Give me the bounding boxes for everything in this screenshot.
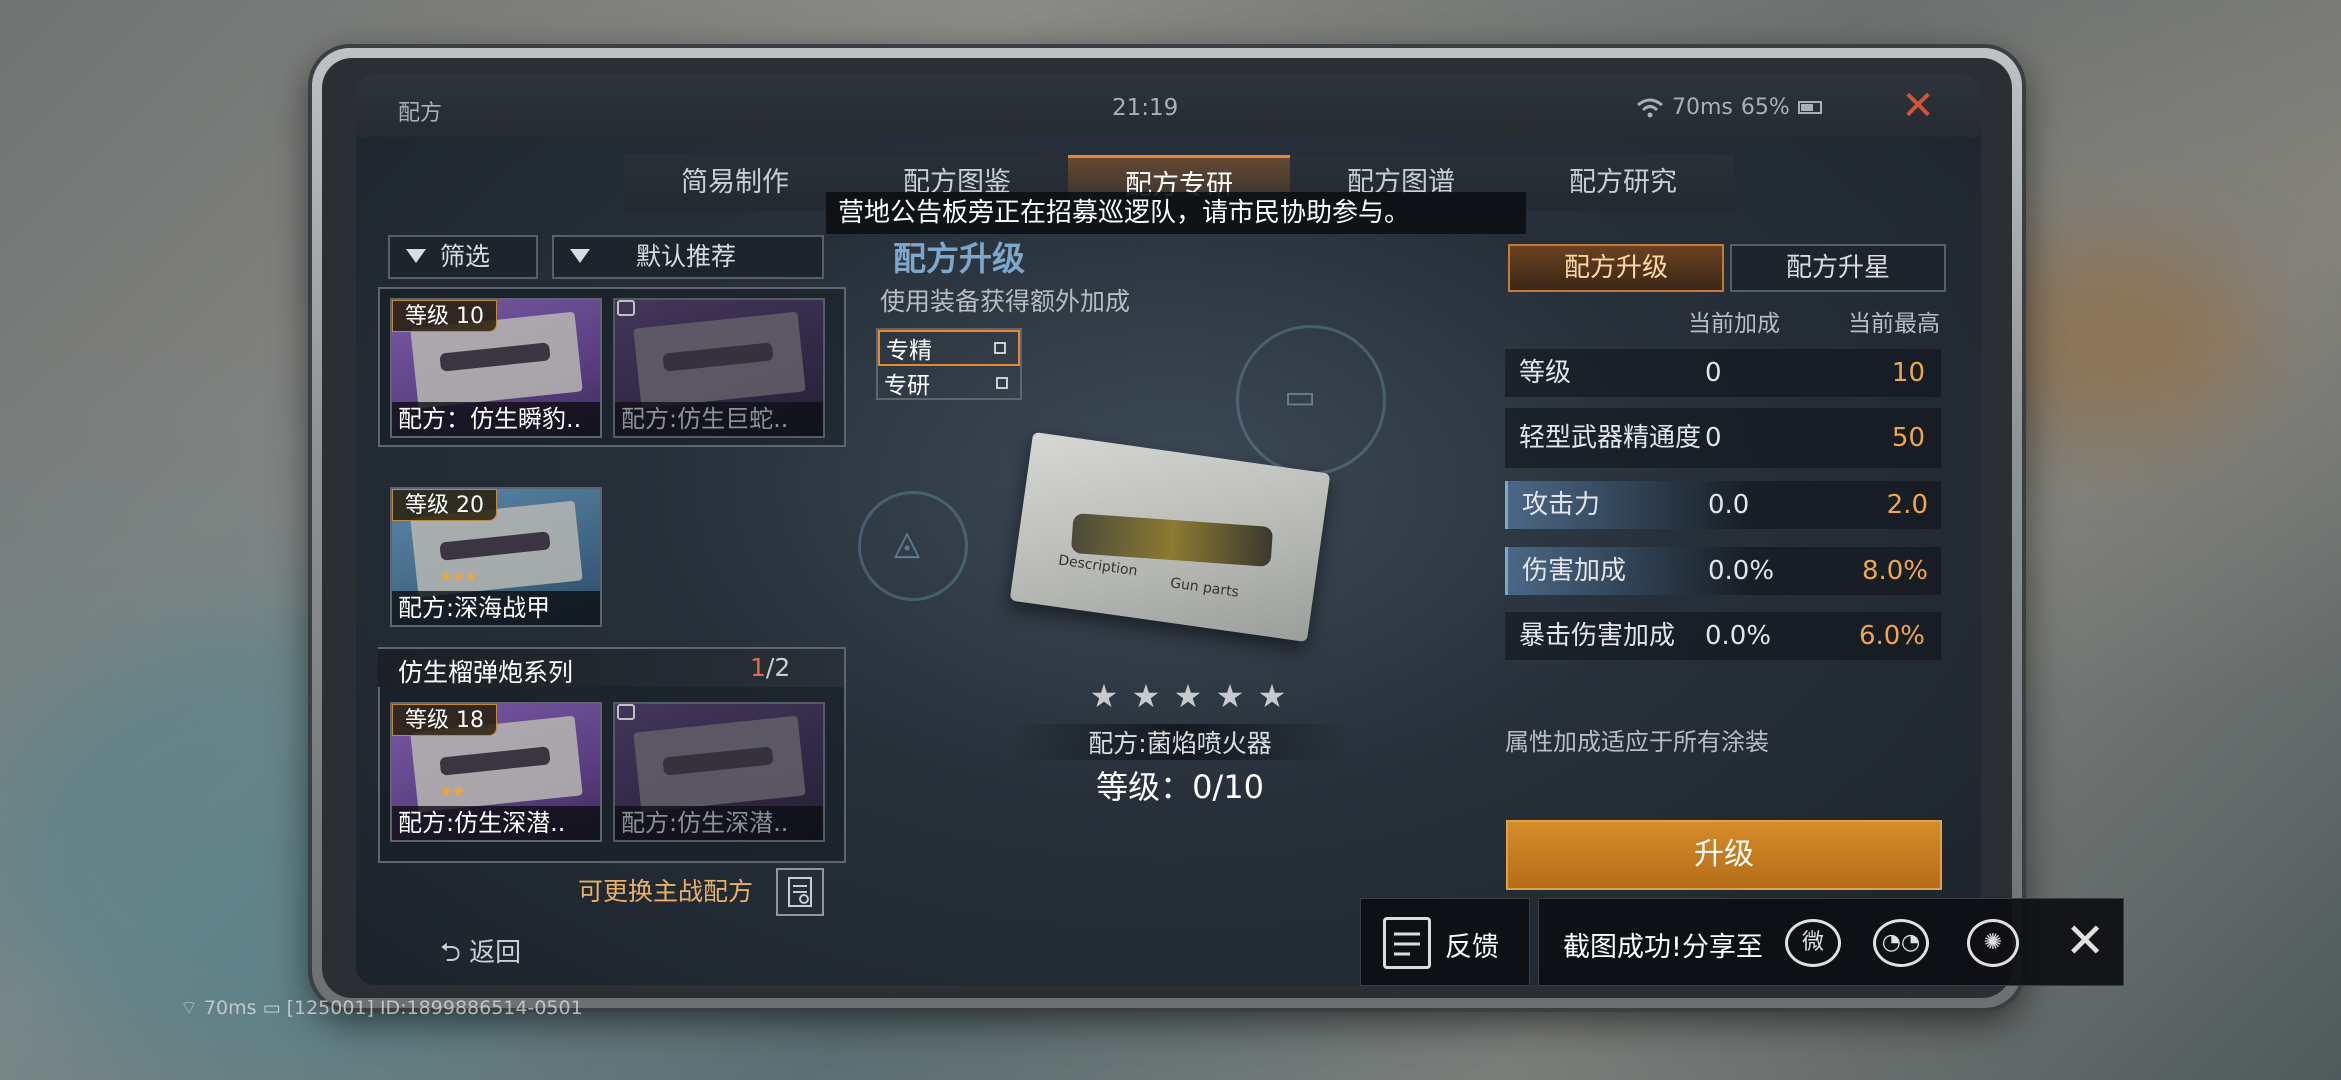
option-mastery[interactable]: 专精: [878, 330, 1020, 366]
option-list: 专精 专研: [876, 328, 1022, 400]
checkbox-icon: [994, 342, 1006, 354]
level-badge: 等级 10: [392, 300, 497, 332]
series-header: 仿生榴弹炮系列 1/2: [378, 647, 844, 687]
star-icon: ★: [1173, 677, 1203, 715]
recipe-card-name: 配方:仿生深潜..: [615, 806, 823, 840]
background-blur-2: [1980, 240, 2260, 440]
recipe-card-name: 配方:仿生深潜..: [392, 806, 600, 840]
close-icon[interactable]: ✕: [1898, 86, 1938, 127]
level-badge: 等级 18: [392, 704, 497, 736]
stat-row-damage-bonus: 伤害加成 0.0% 8.0%: [1505, 547, 1941, 595]
swap-main-recipe-label[interactable]: 可更换主战配方: [578, 872, 753, 908]
recipe-level: 等级：0/10: [1096, 768, 1264, 806]
series-title: 仿生榴弹炮系列: [398, 658, 574, 687]
recipe-card-name: 配方：仿生瞬豹..: [392, 402, 600, 436]
series-count: 1/2: [750, 653, 791, 682]
star-rating-icon: ★★★: [440, 569, 478, 585]
battery-icon: [1797, 101, 1822, 114]
feedback-label: 反馈: [1445, 932, 1499, 963]
status-bar: 配方 21:19 70ms 65% ✕: [356, 75, 1981, 137]
battery-text: 65%: [1740, 95, 1790, 120]
triangle-down-icon: [406, 249, 426, 263]
close-icon[interactable]: ✕: [2065, 915, 2105, 967]
lock-icon: [617, 300, 635, 316]
clipboard-icon[interactable]: [776, 868, 824, 916]
section-subtitle: 使用装备获得额外加成: [880, 287, 1131, 316]
footer-wifi-icon: ⌔: [180, 997, 198, 1019]
recipe-card[interactable]: ★★★ 等级 20 配方:深海战甲: [390, 487, 602, 627]
star-icon: ★: [1089, 677, 1119, 715]
footer-ping: 70ms: [203, 997, 257, 1019]
clock: 21:19: [1112, 95, 1179, 121]
triangle-down-icon: [570, 249, 590, 263]
recipe-card-name: 配方:深海战甲: [392, 591, 600, 625]
tab-recipe-research[interactable]: 配方研究: [1512, 155, 1734, 211]
notice-banner: 营地公告板旁正在招募巡逻队，请市民协助参与。: [826, 192, 1526, 234]
column-current-bonus: 当前加成: [1688, 311, 1780, 337]
level-badge: 等级 20: [392, 489, 497, 521]
moments-icon[interactable]: ✺: [1967, 919, 2019, 967]
star-icon: ★: [1257, 677, 1287, 715]
lock-icon: [617, 704, 635, 720]
star-rating-icon: ★★: [440, 784, 466, 800]
feedback-clipboard-icon: [1383, 917, 1431, 969]
wechat-icon[interactable]: ◔◔: [1873, 919, 1929, 967]
stat-row-level: 等级 0 10: [1505, 349, 1941, 397]
tab-simple-craft[interactable]: 简易制作: [624, 155, 846, 211]
feedback-button[interactable]: 反馈: [1360, 898, 1530, 986]
stat-row-crit-damage: 暴击伤害加成 0.0% 6.0%: [1505, 612, 1941, 660]
footer-id: ⌔ 70ms ▭ [125001] ID:1899886514-0501: [180, 996, 583, 1020]
recipe-card[interactable]: ★★ 等级 18 配方:仿生深潜..: [390, 702, 602, 842]
upgrade-button[interactable]: 升级: [1506, 820, 1942, 890]
section-title: 配方升级: [893, 239, 1025, 278]
bonus-note: 属性加成适应于所有涂装: [1505, 728, 1769, 756]
recipe-card-locked[interactable]: 配方:仿生巨蛇..: [613, 298, 825, 438]
screen-title: 配方: [398, 101, 443, 126]
tab-recipe-star[interactable]: 配方升星: [1730, 244, 1946, 292]
stat-row-light-weapon: 轻型武器精通度 0 50: [1505, 408, 1941, 468]
star-rating: ★ ★ ★ ★ ★: [1088, 680, 1288, 712]
back-button[interactable]: ⮌ 返回: [440, 932, 521, 978]
tab-recipe-upgrade[interactable]: 配方升级: [1508, 244, 1724, 292]
stat-row-attack: 攻击力 0.0 2.0: [1505, 481, 1941, 529]
back-arrow-icon: ⮌: [440, 938, 470, 968]
status-indicators: 70ms 65%: [1636, 95, 1822, 120]
footer-id-text: [125001] ID:1899886514-0501: [286, 997, 583, 1019]
checkbox-icon: [996, 377, 1008, 389]
recipe-name: 配方:菌焰喷火器: [1010, 724, 1350, 760]
chip-emblem-icon: ▭: [1284, 377, 1317, 417]
weibo-icon[interactable]: 微: [1785, 919, 1841, 967]
star-icon: ★: [1215, 677, 1245, 715]
recipe-card[interactable]: 等级 10 配方：仿生瞬豹..: [390, 298, 602, 438]
filter-button[interactable]: 筛选: [388, 235, 538, 279]
option-specialize[interactable]: 专研: [878, 366, 1020, 400]
wifi-icon: [1636, 98, 1664, 118]
recipe-card-name: 配方:仿生巨蛇..: [615, 402, 823, 436]
triangle-emblem-icon: ◬: [894, 523, 921, 563]
share-bar: 截图成功!分享至 微 ◔◔ ✺ ✕: [1538, 898, 2124, 986]
share-label: 截图成功!分享至: [1563, 932, 1763, 963]
column-max-bonus: 当前最高: [1848, 311, 1940, 337]
star-icon: ★: [1131, 677, 1161, 715]
sort-dropdown[interactable]: 默认推荐: [552, 235, 824, 279]
recipe-card-locked[interactable]: 配方:仿生深潜..: [613, 702, 825, 842]
ping-text: 70ms: [1672, 95, 1733, 120]
footer-battery-icon: ▭: [262, 997, 281, 1019]
